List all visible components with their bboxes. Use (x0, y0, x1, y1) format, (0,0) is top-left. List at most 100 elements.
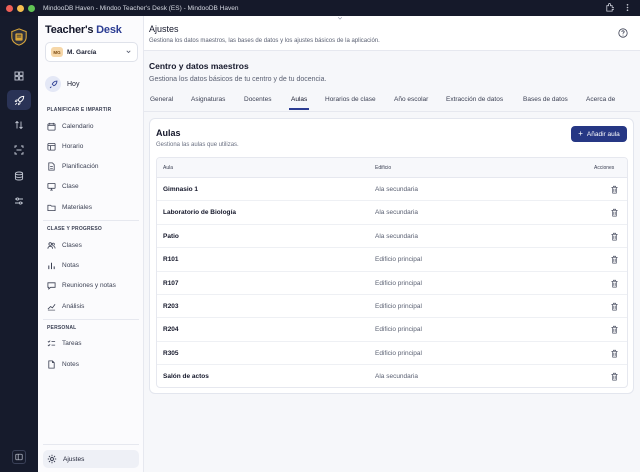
add-classroom-button[interactable]: + Añadir aula (571, 126, 627, 142)
table-row[interactable]: R107 Edificio principal (157, 272, 627, 295)
tab-horarios[interactable]: Horarios de clase (325, 96, 376, 103)
column-header-edificio: Edificio (375, 165, 392, 171)
trash-icon[interactable] (610, 208, 619, 217)
table-row[interactable]: Gimnasio 1 Ala secundaria (157, 178, 627, 202)
trash-icon[interactable] (610, 302, 619, 311)
classroom-building: Ala secundaria (375, 373, 418, 381)
gear-icon (47, 454, 57, 464)
classroom-building: Ala secundaria (375, 186, 418, 193)
sidebar-item-label: Horario (62, 142, 84, 150)
sidebar-item-calendario[interactable]: Calendario (47, 119, 139, 133)
tab-general[interactable]: General (150, 96, 173, 103)
sidebar-item-horario[interactable]: Horario (47, 139, 139, 153)
database-icon[interactable] (7, 166, 31, 186)
user-selector[interactable]: MG M. García (45, 42, 138, 62)
aulas-card: Aulas Gestiona las aulas que utilizas. +… (149, 118, 634, 394)
trash-icon[interactable] (610, 232, 619, 241)
classroom-name: Laboratorio de Biología (163, 209, 236, 217)
sidebar-item-label: Hoy (67, 80, 80, 88)
maximize-window-button[interactable] (28, 4, 35, 12)
sidebar-item-clases[interactable]: Clases (47, 238, 139, 252)
chevron-down-icon (337, 16, 343, 23)
more-menu-icon[interactable] (623, 3, 632, 14)
sidebar-item-materiales[interactable]: Materiales (47, 200, 139, 214)
main-content: Ajustes Gestiona los datos maestros, las… (144, 16, 640, 472)
window-title: MindooDB Haven - Mindoo Teacher's Desk (… (43, 4, 239, 12)
table-row[interactable]: R305 Edificio principal (157, 342, 627, 366)
sidebar-item-notas[interactable]: Notas (47, 258, 139, 272)
plus-icon: + (578, 129, 583, 138)
sidebar-item-clase[interactable]: Clase (47, 179, 139, 193)
presentation-icon (47, 182, 56, 191)
sidebar-item-planificacion[interactable]: Planificación (47, 159, 139, 173)
toggle-sidebar-icon[interactable] (12, 450, 26, 464)
trash-icon[interactable] (610, 255, 619, 264)
divider (43, 319, 139, 320)
dashboard-icon[interactable] (7, 66, 31, 86)
close-window-button[interactable] (6, 4, 13, 12)
sidebar-item-analisis[interactable]: Análisis (47, 299, 139, 313)
note-icon (48, 359, 55, 369)
chevron-down-icon (125, 48, 132, 57)
trash-icon[interactable] (610, 349, 619, 358)
classroom-building: Edificio principal (375, 303, 422, 310)
classroom-name: Salón de actos (163, 373, 209, 381)
trend-icon (47, 303, 56, 310)
classroom-building: Ala secundaria (375, 209, 418, 217)
table-row[interactable]: R101 Edificio principal (157, 248, 627, 272)
sidebar-item-notes[interactable]: Notes (47, 357, 139, 371)
transfer-icon[interactable] (7, 115, 31, 135)
sidebar-item-tareas[interactable]: Tareas (47, 336, 139, 350)
tab-asignaturas[interactable]: Asignaturas (191, 96, 225, 103)
bar-chart-icon (48, 262, 55, 269)
tab-docentes[interactable]: Docentes (244, 96, 271, 103)
calendar-icon (47, 122, 56, 131)
sidebar-item-hoy[interactable]: Hoy (45, 76, 79, 92)
section-subtitle: Gestiona los datos básicos de tu centro … (149, 76, 327, 83)
trash-icon[interactable] (610, 279, 619, 288)
page-subtitle: Gestiona los datos maestros, las bases d… (149, 38, 380, 44)
trash-icon[interactable] (610, 372, 619, 381)
sidebar-item-label: Notas (62, 261, 79, 269)
sidebar-item-ajustes[interactable]: Ajustes (43, 450, 139, 468)
classroom-name: R305 (163, 349, 179, 357)
tab-extraccion[interactable]: Extracción de datos (446, 96, 503, 103)
active-tab-indicator (289, 108, 309, 110)
table-row[interactable]: Laboratorio de Biología Ala secundaria (157, 201, 627, 225)
table-row[interactable]: Salón de actos Ala secundaria (157, 365, 627, 387)
classroom-building: Edificio principal (375, 256, 422, 264)
add-classroom-label: Añadir aula (586, 130, 620, 138)
tab-bases-datos[interactable]: Bases de datos (523, 96, 568, 103)
classroom-name: R203 (163, 303, 179, 310)
section-label-personal: PERSONAL (47, 325, 77, 331)
users-icon (47, 241, 56, 249)
classroom-name: R107 (163, 279, 179, 287)
trash-icon[interactable] (610, 185, 619, 194)
sliders-icon[interactable] (7, 191, 31, 211)
table-row[interactable]: R203 Edificio principal (157, 295, 627, 319)
icon-rail (0, 16, 38, 472)
scan-icon[interactable] (7, 140, 31, 160)
help-icon[interactable] (618, 28, 628, 38)
classroom-building: Edificio principal (375, 279, 422, 287)
window-titlebar: MindooDB Haven - Mindoo Teacher's Desk (… (0, 0, 640, 16)
tab-ano-escolar[interactable]: Año escolar (394, 96, 428, 103)
sidebar-item-label: Tareas (62, 339, 82, 347)
classroom-name: R204 (163, 326, 179, 334)
page-header: Ajustes Gestiona los datos maestros, las… (144, 16, 640, 51)
classroom-building: Edificio principal (375, 326, 422, 334)
minimize-window-button[interactable] (17, 4, 24, 12)
trash-icon[interactable] (610, 325, 619, 334)
table-row[interactable]: Patio Ala secundaria (157, 225, 627, 249)
rocket-icon[interactable] (7, 90, 31, 110)
sidebar-item-label: Reuniones y notas (62, 281, 116, 289)
table-row[interactable]: R204 Edificio principal (157, 318, 627, 342)
checklist-icon (47, 339, 56, 346)
sidebar-item-reuniones[interactable]: Reuniones y notas (47, 278, 139, 292)
tab-acerca-de[interactable]: Acerca de (586, 96, 615, 103)
tab-aulas[interactable]: Aulas (291, 96, 307, 103)
section-label-planificar: PLANIFICAR E IMPARTIR (47, 107, 112, 113)
sidebar-item-label: Planificación (62, 162, 99, 170)
section-title: Centro y datos maestros (149, 61, 249, 71)
extension-icon[interactable] (605, 2, 615, 14)
